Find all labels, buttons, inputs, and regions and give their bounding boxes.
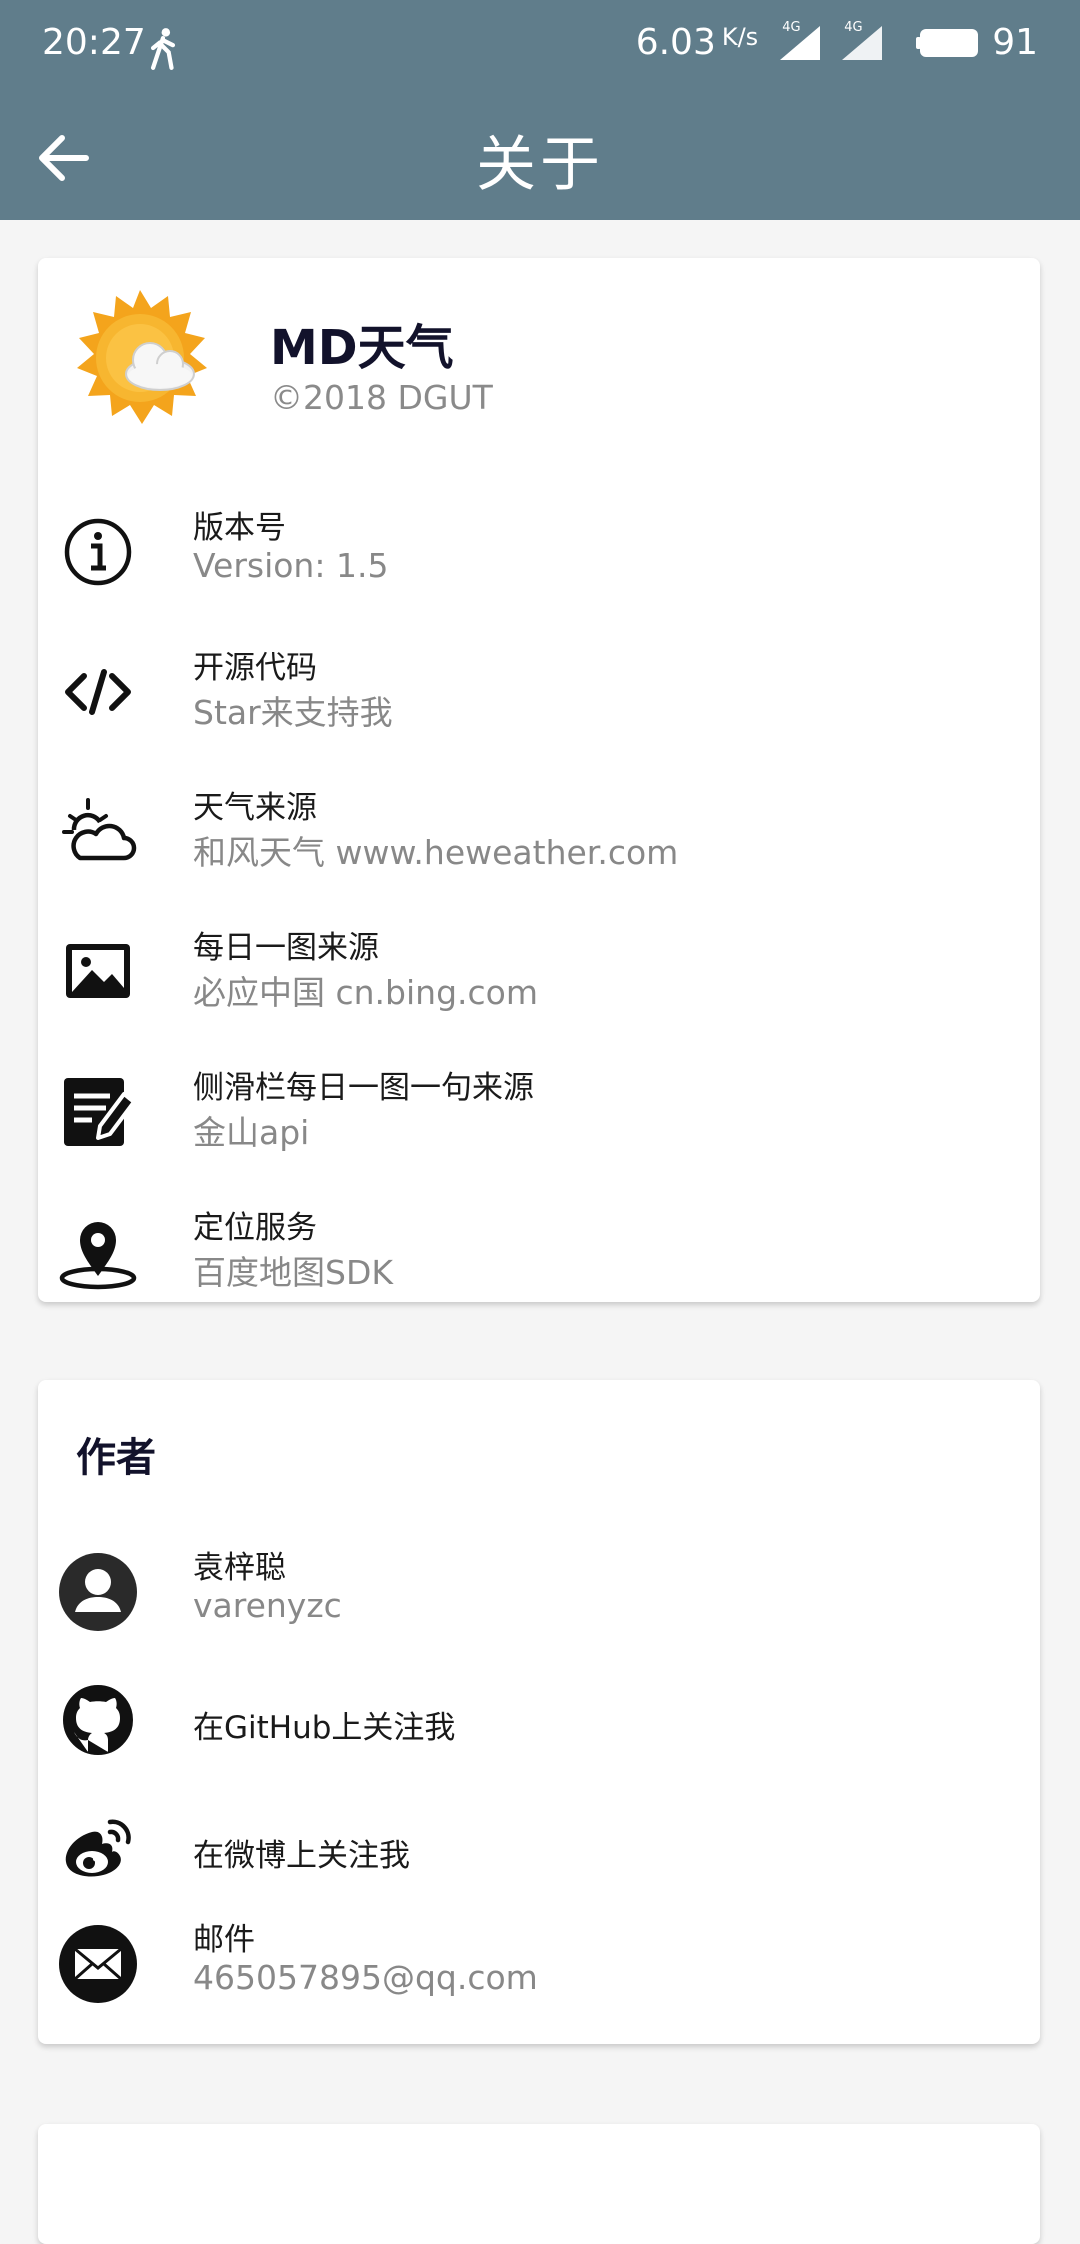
app-logo-sun-cloud-icon [77, 290, 207, 424]
version-value: Version: 1.5 [193, 546, 389, 585]
status-bar: 20:27 6.03 K/s 4G 4G 91 [0, 0, 1080, 96]
drawer-source-row[interactable]: 侧滑栏每日一图一句来源 金山api [38, 1050, 1040, 1170]
daily-image-subtitle: 必应中国 cn.bing.com [193, 973, 538, 1012]
weather-source-title: 天气来源 [193, 790, 317, 826]
author-handle: varenyzc [193, 1586, 342, 1625]
network-speed: 6.03 [635, 22, 716, 63]
app-bar: 关于 [0, 96, 1080, 220]
location-service-subtitle: 百度地图SDK [193, 1253, 393, 1292]
app-header: 20:27 6.03 K/s 4G 4G 91 关于 [0, 0, 1080, 220]
status-indicators: 6.03 K/s 4G 4G 91 [635, 20, 1038, 64]
email-address[interactable]: 465057895@qq.com [193, 1958, 538, 1997]
signal-icon: 4G [780, 20, 821, 60]
info-icon [64, 518, 132, 586]
signal-icon: 4G [842, 20, 883, 60]
email-icon [59, 1925, 137, 2003]
github-icon [63, 1685, 133, 1755]
source-code-subtitle: Star来支持我 [193, 693, 393, 732]
app-name: MD天气 [270, 320, 454, 376]
version-title: 版本号 [193, 510, 286, 546]
author-card: 作者 袁梓聪 varenyzc 在GitHub上关注我 在微博上关注我 邮件 4… [38, 1380, 1040, 2044]
daily-image-source-row[interactable]: 每日一图来源 必应中国 cn.bing.com [38, 910, 1040, 1030]
code-icon [65, 669, 131, 715]
location-service-title: 定位服务 [193, 1210, 317, 1246]
account-icon [59, 1553, 137, 1631]
daily-image-title: 每日一图来源 [193, 930, 379, 966]
location-service-row[interactable]: 定位服务 百度地图SDK [38, 1190, 1040, 1310]
source-code-title: 开源代码 [193, 650, 317, 686]
weather-cloud-icon [62, 798, 137, 861]
source-code-row[interactable]: 开源代码 Star来支持我 [38, 630, 1040, 750]
battery-level: 91 [992, 22, 1038, 63]
signal-label: 4G [844, 19, 863, 35]
next-card [38, 2124, 1040, 2244]
network-speed-unit: K/s [721, 22, 759, 51]
author-row[interactable]: 袁梓聪 varenyzc [38, 1530, 1040, 1650]
drawer-source-subtitle: 金山api [193, 1113, 310, 1152]
email-row[interactable]: 邮件 465057895@qq.com [38, 1902, 1040, 2022]
weather-source-subtitle: 和风天气 www.heweather.com [193, 833, 679, 872]
app-copyright: ©2018 DGUT [270, 378, 493, 417]
page-title: 关于 [476, 130, 604, 200]
weibo-row[interactable]: 在微博上关注我 [38, 1790, 1040, 1906]
weather-source-row[interactable]: 天气来源 和风天气 www.heweather.com [38, 770, 1040, 890]
app-info-card: MD天气 ©2018 DGUT 版本号 Version: 1.5 开源代码 St… [38, 258, 1040, 1302]
note-edit-icon [64, 1078, 136, 1146]
battery-icon [916, 28, 979, 57]
version-row[interactable]: 版本号 Version: 1.5 [38, 490, 1040, 610]
github-follow-label: 在GitHub上关注我 [193, 1710, 456, 1746]
weibo-icon [65, 1819, 131, 1877]
walking-icon [150, 28, 176, 70]
author-section-title: 作者 [76, 1435, 156, 1481]
github-row[interactable]: 在GitHub上关注我 [38, 1662, 1040, 1778]
location-pin-icon [59, 1222, 137, 1290]
weibo-follow-label: 在微博上关注我 [193, 1838, 410, 1874]
author-name: 袁梓聪 [193, 1550, 286, 1586]
image-icon [66, 944, 130, 998]
email-title: 邮件 [193, 1922, 255, 1958]
status-time: 20:27 [42, 22, 146, 63]
drawer-source-title: 侧滑栏每日一图一句来源 [193, 1070, 534, 1106]
signal-label: 4G [782, 19, 801, 35]
